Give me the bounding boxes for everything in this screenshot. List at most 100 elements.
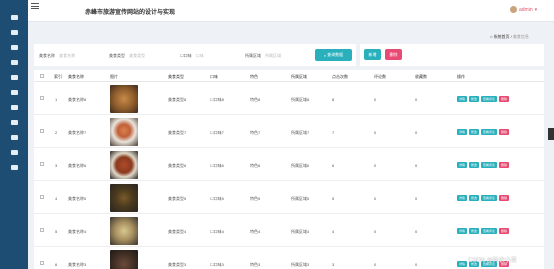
search-button[interactable]: ⌕ 查询数据 <box>315 49 352 61</box>
search-field-region: 所属区域 所属区域 <box>245 53 281 59</box>
cell-index: 4 <box>55 196 57 201</box>
cell-index: 1 <box>55 97 57 102</box>
row-checkbox[interactable] <box>40 195 44 199</box>
search-label: 美食类型 <box>109 53 125 58</box>
column-header: 图片 <box>110 74 118 79</box>
cell-text: 美食名称7 <box>68 130 87 135</box>
cell-text: 0 <box>415 262 418 267</box>
view-comments-button[interactable]: 查看评论 <box>481 228 498 234</box>
data-table: 索引 美食名称 图片 美食类型 口味 特色 所属区域 点击次数 评论数 收藏数 … <box>34 70 544 269</box>
search-input[interactable]: 口味 <box>196 53 204 58</box>
cell-text: 7 <box>332 130 335 135</box>
cell-name: 美食名称6 <box>68 163 86 169</box>
cell-clicks: 7 <box>332 130 334 135</box>
cell-text: 美食类型3 <box>168 262 187 267</box>
person-icon[interactable] <box>0 130 28 145</box>
add-button[interactable]: 新增 <box>364 49 381 60</box>
search-button-label: 查询数据 <box>327 52 344 57</box>
detail-button[interactable]: 详情 <box>457 129 468 135</box>
chart-icon[interactable] <box>0 70 28 85</box>
card-icon[interactable] <box>0 40 28 55</box>
cell-type: 美食类型7 <box>168 130 186 136</box>
cell-text: 美食名称3 <box>68 262 87 267</box>
delete-row-button[interactable]: 删除 <box>499 228 510 234</box>
food-image <box>110 250 138 269</box>
edit-button[interactable]: 修改 <box>469 129 480 135</box>
select-all-checkbox[interactable] <box>40 74 44 78</box>
delete-row-button[interactable]: 删除 <box>499 162 510 168</box>
cell-text: 特色5 <box>250 196 261 201</box>
edit-button[interactable]: 修改 <box>469 228 480 234</box>
view-comments-button[interactable]: 查看评论 <box>481 162 498 168</box>
cell-text: 6 <box>55 262 58 267</box>
cell-text: 美食类型7 <box>168 130 187 135</box>
edit-button[interactable]: 修改 <box>469 195 480 201</box>
cell-text: 口味6 <box>213 163 224 168</box>
search-input[interactable]: 所属区域 <box>265 53 281 58</box>
cell-text: 0 <box>374 163 377 168</box>
cell-feature: 特色8 <box>250 97 260 103</box>
message-icon[interactable] <box>0 160 28 175</box>
row-actions: 详情 修改 查看评论 删除 <box>457 195 510 201</box>
cell-feature: 特色5 <box>250 196 260 202</box>
cell-comments: 0 <box>374 130 376 135</box>
detail-button[interactable]: 详情 <box>457 96 468 102</box>
table-icon[interactable] <box>0 115 28 130</box>
users-icon[interactable] <box>0 25 28 40</box>
row-checkbox[interactable] <box>40 129 44 133</box>
cell-text: 0 <box>374 229 377 234</box>
cell-text: 3 <box>332 262 335 267</box>
cell-clicks: 3 <box>332 262 334 267</box>
detail-button[interactable]: 详情 <box>457 162 468 168</box>
cell-text: 所属区域5 <box>291 196 310 201</box>
cell-text: 美食名称4 <box>68 229 87 234</box>
cell-text: 美食类型8 <box>168 97 187 102</box>
edit-button[interactable]: 修改 <box>469 162 480 168</box>
view-comments-button[interactable]: 查看评论 <box>481 129 498 135</box>
cell-text: 口味5 <box>213 196 224 201</box>
delete-button[interactable]: 删除 <box>385 49 402 60</box>
search-field-name: 美食名称 美食名称 <box>39 53 75 59</box>
side-panel-handle[interactable] <box>548 128 554 140</box>
cell-type: 美食类型3 <box>168 262 186 268</box>
cell-favorites: 0 <box>415 97 417 102</box>
cell-text: 美食名称5 <box>68 196 87 201</box>
cell-taste: ☐口味4 <box>210 229 224 235</box>
delete-row-button[interactable]: 删除 <box>499 195 510 201</box>
detail-button[interactable]: 详情 <box>457 195 468 201</box>
delete-row-button[interactable]: 删除 <box>499 129 510 135</box>
cell-text: 1 <box>55 97 58 102</box>
cell-text: 特色4 <box>250 229 261 234</box>
detail-button[interactable]: 详情 <box>457 261 468 267</box>
list-icon[interactable] <box>0 85 28 100</box>
search-input[interactable]: 美食名称 <box>59 53 75 58</box>
row-checkbox[interactable] <box>40 228 44 232</box>
cell-comments: 0 <box>374 229 376 234</box>
cell-text: 0 <box>415 97 418 102</box>
user-menu[interactable]: admin ▾ <box>510 6 537 13</box>
row-checkbox[interactable] <box>40 162 44 166</box>
row-checkbox[interactable] <box>40 261 44 265</box>
search-label: 所属区域 <box>245 53 261 58</box>
menu-toggle-icon[interactable] <box>31 3 39 9</box>
table-row: 2 美食名称7 美食类型7 ☐口味7 特色7 所属区域7 7 0 0 详情 修改 查看评论 删除 <box>34 116 544 148</box>
view-comments-button[interactable]: 查看评论 <box>481 195 498 201</box>
breadcrumb-home[interactable]: 系统首页 <box>494 34 510 39</box>
cell-type: 美食类型8 <box>168 97 186 103</box>
cell-index: 6 <box>55 262 57 267</box>
table-row: 3 美食名称6 美食类型6 ☐口味6 特色6 所属区域6 6 0 0 详情 修改 查看评论 删除 <box>34 149 544 181</box>
folder-icon[interactable] <box>0 145 28 160</box>
cell-text: 美食名称6 <box>68 163 87 168</box>
grid-icon[interactable] <box>0 100 28 115</box>
cell-text: 6 <box>332 163 335 168</box>
delete-row-button[interactable]: 删除 <box>499 96 510 102</box>
view-comments-button[interactable]: 查看评论 <box>481 96 498 102</box>
search-input[interactable]: 美食类型 <box>129 53 145 58</box>
detail-button[interactable]: 详情 <box>457 228 468 234</box>
row-checkbox[interactable] <box>40 96 44 100</box>
food-image <box>110 85 138 113</box>
edit-button[interactable]: 修改 <box>469 96 480 102</box>
cell-favorites: 0 <box>415 196 417 201</box>
tag-icon[interactable] <box>0 55 28 70</box>
home-icon[interactable] <box>0 10 28 25</box>
